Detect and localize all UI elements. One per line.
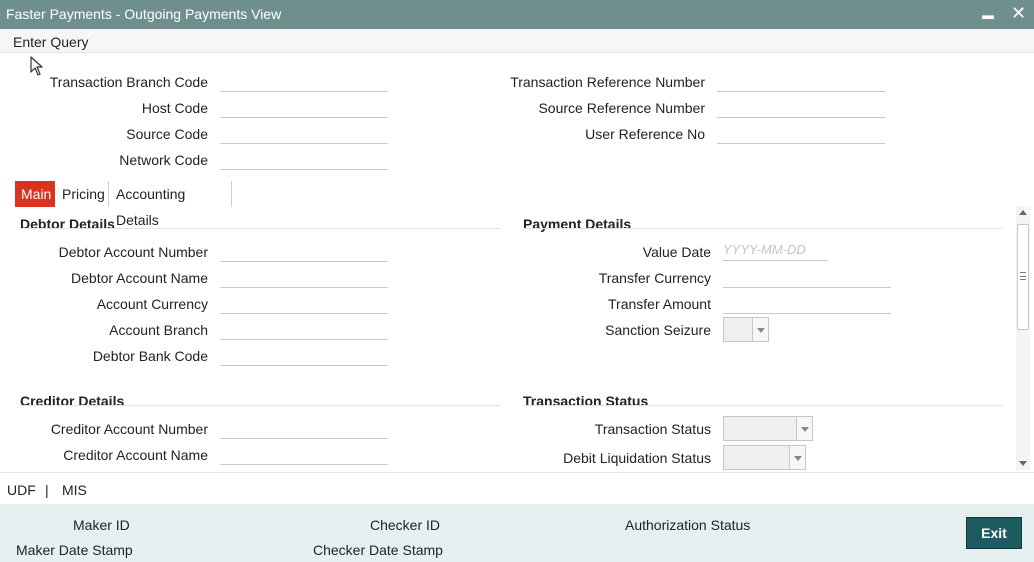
- debtor-bank-code-label: Debtor Bank Code: [92, 348, 208, 364]
- chevron-down-icon: [752, 318, 768, 341]
- account-currency-label: Account Currency: [96, 296, 208, 312]
- source-code-input[interactable]: [220, 122, 388, 144]
- tab-main[interactable]: Main: [15, 181, 55, 207]
- payment-details-heading: Payment Details: [523, 216, 632, 232]
- grip-icon: [1020, 272, 1026, 280]
- debtor-account-name-label: Debtor Account Name: [71, 270, 208, 286]
- transaction-branch-code-label: Transaction Branch Code: [49, 74, 208, 90]
- subbar-separator: |: [45, 482, 49, 498]
- mouse-pointer-icon: [30, 56, 43, 76]
- transfer-currency-label: Transfer Currency: [598, 270, 711, 286]
- title-bar: Faster Payments - Outgoing Payments View…: [0, 0, 1034, 29]
- debtor-account-number-input[interactable]: [220, 240, 388, 262]
- maker-id-label: Maker ID: [73, 517, 130, 533]
- scroll-up-icon[interactable]: [1019, 210, 1027, 215]
- debtor-account-number-label: Debtor Account Number: [58, 244, 208, 260]
- transaction-reference-number-input[interactable]: [717, 70, 885, 92]
- audit-footer: Maker ID Maker Date Stamp Checker ID Che…: [0, 504, 1034, 562]
- value-date-input[interactable]: [723, 239, 828, 261]
- creditor-account-name-input[interactable]: [220, 443, 388, 465]
- user-reference-no-input[interactable]: [717, 122, 885, 144]
- host-code-label: Host Code: [141, 100, 208, 116]
- transaction-reference-number-label: Transaction Reference Number: [510, 74, 705, 90]
- transaction-status-select[interactable]: [723, 416, 813, 441]
- udf-mis-bar: UDF | MIS: [0, 472, 1034, 504]
- tab-pricing[interactable]: Pricing: [56, 181, 109, 207]
- chevron-down-icon: [789, 446, 805, 469]
- transaction-status-divider: [523, 405, 1003, 406]
- transfer-amount-input[interactable]: [723, 292, 891, 314]
- mis-link[interactable]: MIS: [62, 482, 87, 498]
- transfer-amount-label: Transfer Amount: [608, 296, 711, 312]
- user-reference-no-label: User Reference No: [585, 126, 705, 142]
- transfer-currency-input[interactable]: [723, 266, 891, 288]
- debtor-bank-code-input[interactable]: [220, 344, 388, 366]
- network-code-label: Network Code: [119, 152, 208, 168]
- scrollbar-thumb[interactable]: [1017, 224, 1029, 330]
- account-branch-input[interactable]: [220, 318, 388, 340]
- creditor-details-divider: [20, 405, 500, 406]
- enter-query-menu-item[interactable]: Enter Query: [13, 34, 88, 50]
- creditor-account-number-input[interactable]: [220, 417, 388, 439]
- debtor-account-name-input[interactable]: [220, 266, 388, 288]
- creditor-details-heading: Creditor Details: [20, 393, 125, 409]
- debtor-details-divider: [20, 228, 500, 229]
- checker-date-stamp-label: Checker Date Stamp: [313, 542, 443, 558]
- authorization-status-label: Authorization Status: [625, 517, 751, 533]
- checker-id-label: Checker ID: [370, 517, 441, 533]
- source-code-label: Source Code: [126, 126, 208, 142]
- close-icon[interactable]: ✕: [1011, 3, 1026, 23]
- vertical-scrollbar[interactable]: [1016, 206, 1030, 470]
- source-reference-number-input[interactable]: [717, 96, 885, 118]
- chevron-down-icon: [796, 417, 812, 440]
- creditor-account-name-label: Creditor Account Name: [63, 447, 208, 463]
- host-code-input[interactable]: [220, 96, 388, 118]
- maker-date-stamp-label: Maker Date Stamp: [16, 542, 133, 558]
- transaction-status-label: Transaction Status: [594, 421, 711, 437]
- tab-accounting-details[interactable]: Accounting Details: [110, 181, 232, 228]
- scroll-down-icon[interactable]: [1019, 461, 1027, 466]
- transaction-status-heading: Transaction Status: [523, 393, 649, 409]
- minimize-icon[interactable]: ▬: [982, 5, 994, 25]
- debtor-details-heading: Debtor Details: [20, 216, 115, 232]
- source-reference-number-label: Source Reference Number: [538, 100, 705, 116]
- debit-liquidation-status-select[interactable]: [723, 445, 806, 470]
- sanction-seizure-select[interactable]: [723, 317, 769, 342]
- debit-liquidation-status-label: Debit Liquidation Status: [563, 450, 711, 466]
- transaction-branch-code-input[interactable]: [220, 70, 388, 92]
- sanction-seizure-label: Sanction Seizure: [605, 322, 711, 338]
- udf-link[interactable]: UDF: [7, 482, 36, 498]
- creditor-account-number-label: Creditor Account Number: [50, 421, 208, 437]
- account-branch-label: Account Branch: [109, 322, 208, 338]
- network-code-input[interactable]: [220, 148, 388, 170]
- value-date-label: Value Date: [642, 244, 711, 260]
- window-title: Faster Payments - Outgoing Payments View: [6, 6, 282, 22]
- account-currency-input[interactable]: [220, 292, 388, 314]
- payment-details-divider: [523, 228, 1003, 229]
- exit-button[interactable]: Exit: [966, 517, 1022, 549]
- menu-bar: Enter Query: [0, 29, 1034, 53]
